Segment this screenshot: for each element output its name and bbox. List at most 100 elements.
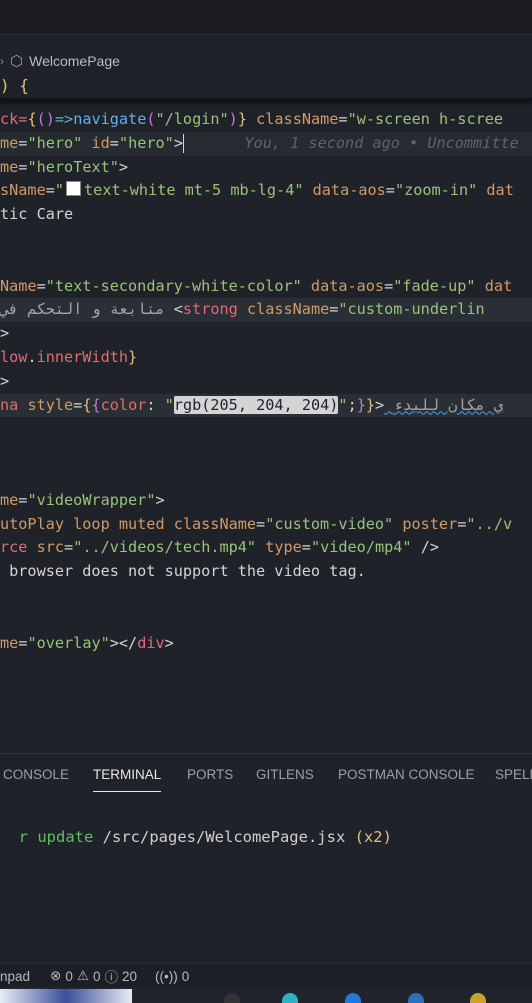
os-taskbar: [0, 987, 532, 1003]
code-token: (): [36, 110, 55, 128]
code-line[interactable]: ck={()=>navigate("/login")} className="w…: [0, 108, 532, 132]
code-token: =: [385, 181, 395, 200]
code-line[interactable]: utoPlay loop muted className="custom-vid…: [0, 513, 532, 537]
code-line[interactable]: rce src="../videos/tech.mp4" type="video…: [0, 536, 532, 560]
code-line[interactable]: [0, 608, 532, 632]
taskbar-thumbnail[interactable]: [0, 989, 132, 1003]
tab-spell[interactable]: SPELL: [495, 767, 532, 782]
tab-console[interactable]: CONSOLE: [3, 767, 69, 782]
code-token: "w-screen h-scree: [347, 110, 504, 128]
code-token: low: [0, 348, 28, 366]
warning-count[interactable]: 0: [93, 969, 101, 984]
code-token: }: [365, 395, 376, 414]
code-line[interactable]: browser does not support the video tag.: [0, 560, 532, 584]
code-token: "custom-video": [265, 514, 394, 533]
code-line[interactable]: me="hero" id="hero"> You, 1 second ago • …: [0, 131, 532, 156]
code-token: poster: [402, 514, 458, 533]
git-blame-annotation[interactable]: You, 1 second ago • Uncommitte: [244, 134, 518, 152]
code-token: ": [338, 395, 348, 414]
code-line[interactable]: >: [0, 322, 532, 346]
code-line[interactable]: na style={{color: "rgb(205, 204, 204)";}…: [0, 393, 532, 418]
code-line[interactable]: me="heroText">: [0, 156, 532, 180]
code-token: ): [228, 110, 238, 128]
code-token: ck=: [0, 110, 28, 128]
taskbar-app-icon[interactable]: [408, 993, 424, 1003]
code-token: >: [173, 133, 183, 152]
taskbar-app-icon[interactable]: [470, 993, 486, 1003]
code-token: ;: [347, 395, 357, 414]
code-line[interactable]: low.innerWidth}: [0, 346, 532, 370]
terminal-path: /src/pages/WelcomePage.jsx: [102, 828, 346, 846]
code-token: me: [0, 633, 19, 652]
code-line[interactable]: sName=" text-white mt-5 mb-lg-4" data-aos…: [0, 179, 532, 203]
breadcrumb-chevron-icon: ›: [0, 54, 4, 68]
code-token: "custom-underlin: [338, 300, 485, 319]
code-token: dat: [484, 276, 513, 295]
code-token: na: [0, 395, 19, 414]
status-left-label[interactable]: npad: [0, 969, 30, 984]
sticky-scroll-line[interactable]: ) {: [0, 74, 532, 100]
tab-ports[interactable]: PORTS: [187, 767, 233, 782]
code-token: =: [338, 110, 348, 128]
code-line[interactable]: [0, 417, 532, 441]
code-token: <: [173, 300, 183, 319]
code-line[interactable]: [0, 584, 532, 608]
code-token: dat: [486, 181, 514, 200]
code-line[interactable]: [0, 227, 532, 251]
code-token: =: [384, 276, 394, 295]
ports-count[interactable]: 0: [182, 969, 190, 984]
text-cursor: [182, 133, 185, 153]
code-token: "text-secondary-white-color": [45, 276, 302, 295]
editor-tab-bar: [0, 0, 532, 35]
tab-gitlens[interactable]: GITLENS: [256, 767, 314, 782]
broadcast-icon[interactable]: ((•)): [155, 969, 178, 984]
code-token: =: [256, 514, 266, 533]
error-count[interactable]: 0: [65, 969, 73, 984]
code-token: >: [0, 371, 10, 390]
breadcrumb[interactable]: › ⬡ WelcomePage: [0, 50, 120, 72]
status-bar: npad ⊗ 0 ⚠ 0 ⓘ 20 ((•)) 0: [0, 963, 532, 988]
error-icon[interactable]: ⊗: [50, 968, 61, 984]
code-token: className: [256, 110, 339, 128]
code-token: div: [137, 633, 165, 652]
taskbar-app-icon[interactable]: [282, 993, 298, 1003]
breadcrumb-label[interactable]: WelcomePage: [29, 53, 120, 69]
code-line[interactable]: Name="text-secondary-white-color" data-a…: [0, 275, 532, 299]
code-token: "overlay": [27, 633, 110, 652]
code-line[interactable]: me="videoWrapper">: [0, 489, 532, 513]
code-token: .: [27, 348, 37, 366]
info-icon[interactable]: ⓘ: [105, 966, 119, 986]
code-line[interactable]: متابعة و التحكم في <strong className="cu…: [0, 298, 532, 323]
code-token: rgb(205, 204, 204): [173, 395, 339, 414]
code-token: utoPlay loop muted className: [0, 514, 257, 533]
code-line[interactable]: me="overlay"></div>: [0, 632, 532, 656]
code-token: =: [301, 538, 311, 557]
code-token: {: [27, 110, 37, 128]
code-token: style: [27, 395, 74, 414]
code-line[interactable]: [0, 465, 532, 489]
code-token: navigate: [73, 110, 147, 128]
tab-terminal[interactable]: TERMINAL: [93, 767, 162, 792]
code-line[interactable]: >: [0, 370, 532, 394]
terminal-prefix: r update: [18, 828, 103, 846]
code-token: متابعة و التحكم في: [0, 300, 174, 319]
terminal-count: (x2): [345, 828, 392, 846]
code-token: :: [146, 395, 165, 414]
code-line[interactable]: [0, 251, 532, 275]
warning-icon[interactable]: ⚠: [77, 968, 89, 984]
code-token: me: [0, 490, 19, 509]
code-token: =>: [54, 110, 74, 128]
code-token: =: [64, 538, 74, 557]
code-token: "heroText": [27, 157, 119, 176]
code-line[interactable]: tic Care: [0, 203, 532, 227]
info-count[interactable]: 20: [122, 969, 137, 984]
color-swatch-icon[interactable]: [66, 181, 82, 197]
code-line[interactable]: [0, 441, 532, 465]
taskbar-app-icon[interactable]: [224, 993, 240, 1003]
taskbar-app-icon[interactable]: [345, 993, 361, 1003]
tab-postman-console[interactable]: POSTMAN CONSOLE: [338, 767, 475, 782]
